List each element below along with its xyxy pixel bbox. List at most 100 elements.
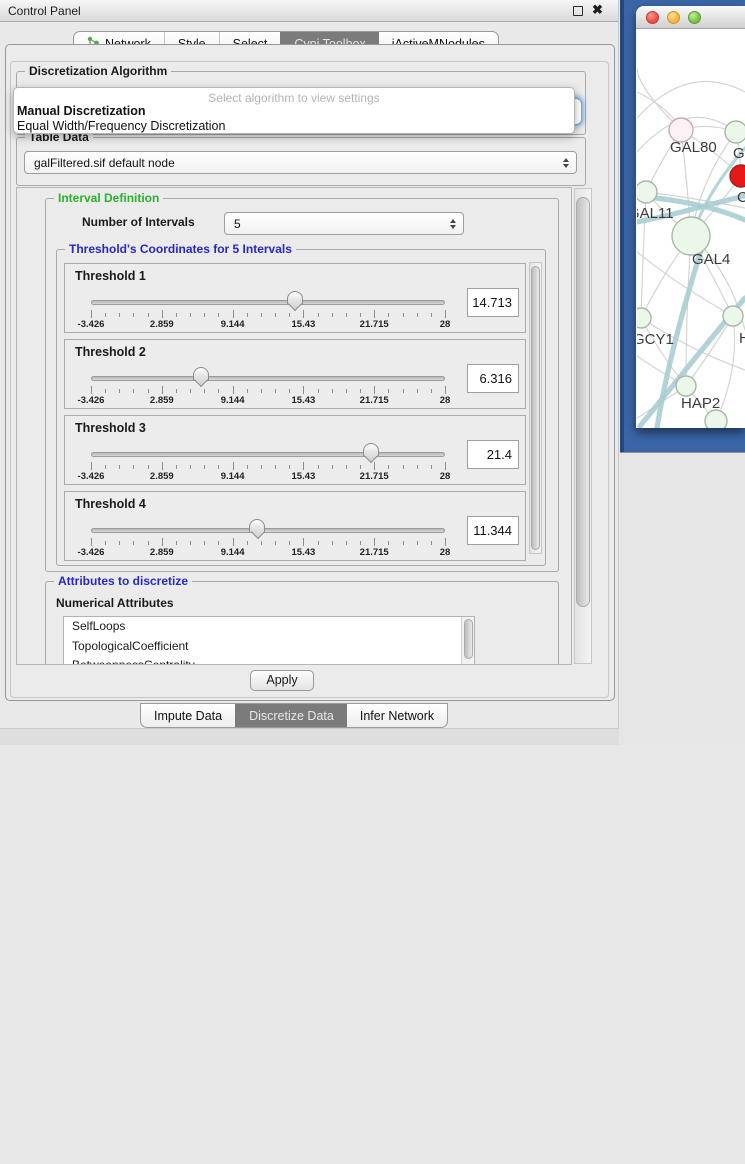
tick-mark <box>318 541 319 545</box>
stepper-arrows-icon <box>450 219 456 229</box>
network-node-green[interactable] <box>723 306 743 326</box>
tick-mark <box>233 310 234 318</box>
threshold-slider-thumb[interactable] <box>287 291 303 304</box>
stepper-arrows-icon <box>563 158 569 168</box>
tick-mark <box>318 389 319 393</box>
tick-mark <box>403 541 404 545</box>
network-canvas[interactable]: GAL80G.CGAL11GAL4GCY1HHAP2 <box>637 29 745 428</box>
network-node-green[interactable] <box>725 121 745 143</box>
table-data-combobox[interactable]: galFiltered.sif default node <box>24 151 577 174</box>
threshold-slider-track[interactable] <box>91 300 445 305</box>
tick-mark <box>148 465 149 469</box>
slider-scale-label: 15.43 <box>292 395 316 406</box>
apply-button[interactable]: Apply <box>250 670 314 691</box>
threshold-slider-thumb[interactable] <box>249 519 265 532</box>
network-node-label: H <box>739 330 745 347</box>
slider-scale-label: 9.144 <box>221 471 245 482</box>
tick-mark <box>388 541 389 545</box>
group-title: Interval Definition <box>54 191 163 205</box>
threshold-slider-thumb[interactable] <box>193 367 209 380</box>
attribute-list-item[interactable]: BetweennessCentrality <box>64 656 474 665</box>
tick-mark <box>233 538 234 546</box>
threshold-value-input[interactable] <box>467 288 519 317</box>
network-node-red[interactable] <box>730 165 745 187</box>
network-node-green[interactable] <box>705 410 727 428</box>
tick-mark <box>289 389 290 393</box>
tick-mark <box>261 313 262 317</box>
tab-discretize-data[interactable]: Discretize Data <box>235 704 347 727</box>
tick-mark <box>204 541 205 545</box>
tick-mark <box>247 465 248 469</box>
numerical-attributes-list: SelfLoopsTopologicalCoefficientBetweenne… <box>63 616 475 665</box>
threshold-row: Threshold 4 -3.4262.8599.14415.4321.7152… <box>64 491 526 561</box>
slider-scale-label: -3.426 <box>78 319 105 330</box>
control-panel-window: Control Panel ✖ Network Style Select Cyn… <box>0 0 619 745</box>
tick-mark <box>233 386 234 394</box>
menu-item-manual-discretization[interactable]: Manual Discretization <box>17 104 146 118</box>
slider-scale-label: 9.144 <box>221 547 245 558</box>
network-edge[interactable] <box>686 316 733 386</box>
attributes-scrollbar-thumb[interactable] <box>464 619 473 659</box>
panel-scrollbar[interactable] <box>574 188 592 664</box>
network-node-label: GAL80 <box>670 139 717 156</box>
tick-mark <box>275 465 276 469</box>
network-node-label: C <box>737 189 745 206</box>
slider-scale-label: 28 <box>440 395 451 406</box>
threshold-value-input[interactable] <box>467 440 519 469</box>
tick-mark <box>417 313 418 317</box>
threshold-slider-track[interactable] <box>91 452 445 457</box>
network-node-green[interactable] <box>637 181 657 203</box>
tick-mark <box>261 465 262 469</box>
table-panel: Table Panel ⚙ ✓ ✓ shared… na YDL19…YDL1Y… <box>620 452 745 745</box>
tab-impute-data[interactable]: Impute Data <box>141 704 235 727</box>
thresholds-scrollbar[interactable] <box>529 262 542 554</box>
attributes-scrollbar[interactable] <box>461 617 474 665</box>
close-traffic-light-icon[interactable] <box>646 11 659 24</box>
tick-mark <box>374 538 375 546</box>
threshold-value-input[interactable] <box>467 516 519 545</box>
tab-infer-network[interactable]: Infer Network <box>347 704 447 727</box>
tick-mark <box>388 389 389 393</box>
tick-mark <box>332 541 333 545</box>
tick-mark <box>403 465 404 469</box>
attribute-list-item[interactable]: TopologicalCoefficient <box>64 637 474 657</box>
tick-mark <box>289 541 290 545</box>
tick-mark <box>445 386 446 394</box>
slider-scale-labels: -3.4262.8599.14415.4321.71528 <box>91 395 445 407</box>
thresholds-coordinates-group: Threshold's Coordinates for 5 Intervals … <box>56 249 546 566</box>
tick-mark <box>374 310 375 318</box>
tick-mark <box>275 313 276 317</box>
panel-scrollbar-thumb[interactable] <box>576 197 590 607</box>
tick-mark <box>148 313 149 317</box>
thresholds-scrollbar-thumb[interactable] <box>531 266 540 550</box>
tick-mark <box>162 462 163 470</box>
threshold-label: Threshold 3 <box>75 421 146 435</box>
close-icon[interactable]: ✖ <box>592 2 603 18</box>
tick-mark <box>388 465 389 469</box>
float-window-icon[interactable] <box>573 6 583 16</box>
threshold-label: Threshold 4 <box>75 497 146 511</box>
threshold-slider-track[interactable] <box>91 528 445 533</box>
tick-mark <box>431 541 432 545</box>
network-node-green[interactable] <box>637 308 651 328</box>
tick-mark <box>119 465 120 469</box>
table-data-combobox-value: galFiltered.sif default node <box>34 156 175 170</box>
network-node-green[interactable] <box>672 217 710 255</box>
threshold-slider-track[interactable] <box>91 376 445 381</box>
tick-mark <box>275 389 276 393</box>
zoom-traffic-light-icon[interactable] <box>688 11 701 24</box>
network-node-green[interactable] <box>676 376 696 396</box>
threshold-value-input[interactable] <box>467 364 519 393</box>
slider-scale-label: 21.715 <box>360 547 389 558</box>
tick-mark <box>403 389 404 393</box>
menu-item-equal-width-frequency[interactable]: Equal Width/Frequency Discretization <box>17 119 225 133</box>
minimize-traffic-light-icon[interactable] <box>667 11 680 24</box>
tick-mark <box>204 465 205 469</box>
threshold-row: Threshold 1 -3.4262.8599.14415.4321.7152… <box>64 263 526 333</box>
number-of-intervals-combobox[interactable]: 5 <box>224 212 464 235</box>
network-graph[interactable]: GAL80G.CGAL11GAL4GCY1HHAP2 <box>637 29 745 428</box>
slider-scale-label: 2.859 <box>150 471 174 482</box>
slider-scale-label: 15.43 <box>292 319 316 330</box>
attribute-list-item[interactable]: SelfLoops <box>64 617 474 637</box>
threshold-slider-thumb[interactable] <box>363 443 379 456</box>
